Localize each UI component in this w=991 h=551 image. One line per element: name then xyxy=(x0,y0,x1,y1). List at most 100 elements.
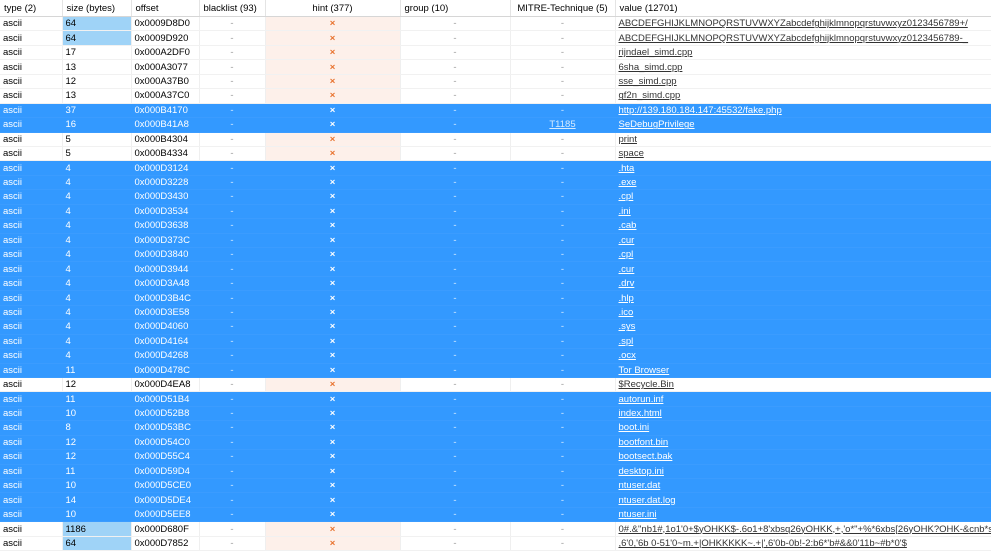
table-row[interactable]: ascii40x000D4164-×--.spl xyxy=(0,334,991,348)
table-row[interactable]: ascii40x000D3228-×--.exe xyxy=(0,175,991,189)
table-row[interactable]: ascii110x000D59D4-×--desktop.ini xyxy=(0,464,991,478)
cell-hint: × xyxy=(265,17,400,31)
cell-offset: 0x000B4304 xyxy=(131,132,199,146)
cell-value: Tor Browser xyxy=(615,363,991,377)
table-row[interactable]: ascii50x000B4304-×--print xyxy=(0,132,991,146)
string-value[interactable]: boot.ini xyxy=(619,422,650,433)
string-value[interactable]: 0#.&"nb1#,1o1'0+$yOHKK$-.6o1+8'xbsq26yOH… xyxy=(619,524,991,535)
column-header-group[interactable]: group (10) xyxy=(400,0,510,17)
cell-hint: × xyxy=(265,175,400,189)
string-value[interactable]: ntuser.dat.log xyxy=(619,495,676,506)
table-row[interactable]: ascii50x000B4334-×--space xyxy=(0,146,991,160)
string-value[interactable]: ntuser.dat xyxy=(619,480,661,491)
string-value[interactable]: space xyxy=(619,148,644,159)
table-row[interactable]: ascii160x000B41A8-×-T1185SeDebugPrivileg… xyxy=(0,118,991,132)
string-value[interactable]: bootsect.bak xyxy=(619,451,673,462)
column-header-offset[interactable]: offset xyxy=(131,0,199,17)
table-row[interactable]: ascii40x000D4060-×--.sys xyxy=(0,320,991,334)
string-value[interactable]: sse_simd.cpp xyxy=(619,76,677,87)
table-row[interactable]: ascii120x000A37B0-×--sse_simd.cpp xyxy=(0,74,991,88)
table-row[interactable]: ascii640x0009D920-×--ABCDEFGHIJKLMNOPQRS… xyxy=(0,31,991,45)
table-row[interactable]: ascii40x000D3E58-×--.ico xyxy=(0,305,991,319)
string-value[interactable]: ,6'0,'6b 0-51'0~m.+|OHKKKKK~.+|',6'0b-0b… xyxy=(619,538,907,549)
table-row[interactable]: ascii640x000D7852-×--,6'0,'6b 0-51'0~m.+… xyxy=(0,536,991,550)
string-value[interactable]: .spl xyxy=(619,336,634,347)
string-value[interactable]: Tor Browser xyxy=(619,365,670,376)
table-row[interactable]: ascii370x000B4170-×--http://139.180.184.… xyxy=(0,103,991,117)
string-value[interactable]: ABCDEFGHIJKLMNOPQRSTUVWXYZabcdefghijklmn… xyxy=(619,18,968,29)
string-value[interactable]: print xyxy=(619,134,637,145)
string-value[interactable]: rijndael_simd.cpp xyxy=(619,47,693,58)
cell-mitre: - xyxy=(510,479,615,493)
table-row[interactable]: ascii40x000D4268-×--.ocx xyxy=(0,349,991,363)
table-row[interactable]: ascii40x000D3430-×--.cpl xyxy=(0,190,991,204)
cell-group: - xyxy=(400,334,510,348)
table-row[interactable]: ascii100x000D5CE0-×--ntuser.dat xyxy=(0,479,991,493)
table-row[interactable]: ascii100x000D5EE8-×--ntuser.ini xyxy=(0,507,991,521)
string-value[interactable]: .cab xyxy=(619,220,637,231)
table-row[interactable]: ascii40x000D3840-×--.cpl xyxy=(0,248,991,262)
string-value[interactable]: .ocx xyxy=(619,350,636,361)
string-value[interactable]: $Recycle.Bin xyxy=(619,379,674,390)
table-row[interactable]: ascii40x000D3B4C-×--.hlp xyxy=(0,291,991,305)
table-row[interactable]: ascii40x000D373C-×--.cur xyxy=(0,233,991,247)
string-value[interactable]: .cpl xyxy=(619,249,634,260)
string-value[interactable]: .cur xyxy=(619,264,635,275)
table-row[interactable]: ascii130x000A37C0-×--gf2n_simd.cpp xyxy=(0,89,991,103)
column-header-blacklist[interactable]: blacklist (93) xyxy=(199,0,265,17)
cell-blacklist: - xyxy=(199,406,265,420)
column-header-mitre[interactable]: MITRE-Technique (5) xyxy=(510,0,615,17)
table-row[interactable]: ascii140x000D5DE4-×--ntuser.dat.log xyxy=(0,493,991,507)
table-row[interactable]: ascii40x000D3638-×--.cab xyxy=(0,219,991,233)
cell-blacklist: - xyxy=(199,175,265,189)
header-row: type (2) size (bytes) offset blacklist (… xyxy=(0,0,991,17)
string-value[interactable]: .hta xyxy=(619,163,635,174)
table-row[interactable]: ascii130x000A3077-×--6sha_simd.cpp xyxy=(0,60,991,74)
column-header-value[interactable]: value (12701) xyxy=(615,0,991,17)
string-value[interactable]: .hlp xyxy=(619,293,634,304)
table-row[interactable]: ascii110x000D51B4-×--autorun.inf xyxy=(0,392,991,406)
string-value[interactable]: autorun.inf xyxy=(619,394,664,405)
table-row[interactable]: ascii40x000D3124-×--.hta xyxy=(0,161,991,175)
string-value[interactable]: 6sha_simd.cpp xyxy=(619,62,683,73)
string-value[interactable]: .ico xyxy=(619,307,634,318)
column-header-size[interactable]: size (bytes) xyxy=(62,0,131,17)
string-value[interactable]: bootfont.bin xyxy=(619,437,669,448)
table-row[interactable]: ascii100x000D52B8-×--index.html xyxy=(0,406,991,420)
string-value[interactable]: .cur xyxy=(619,235,635,246)
table-row[interactable]: ascii40x000D3534-×--.ini xyxy=(0,204,991,218)
table-row[interactable]: ascii120x000D54C0-×--bootfont.bin xyxy=(0,435,991,449)
table-row[interactable]: ascii640x0009D8D0-×--ABCDEFGHIJKLMNOPQRS… xyxy=(0,17,991,31)
cell-offset: 0x000D3124 xyxy=(131,161,199,175)
cell-hint: × xyxy=(265,146,400,160)
mitre-technique-link[interactable]: T1185 xyxy=(549,119,575,130)
table-row[interactable]: ascii11860x000D680F-×--0#.&"nb1#,1o1'0+$… xyxy=(0,522,991,536)
string-value[interactable]: SeDebugPrivilege xyxy=(619,119,695,130)
string-value[interactable]: gf2n_simd.cpp xyxy=(619,90,681,101)
cell-blacklist: - xyxy=(199,334,265,348)
column-header-type[interactable]: type (2) xyxy=(0,0,62,17)
table-row[interactable]: ascii170x000A2DF0-×--rijndael_simd.cpp xyxy=(0,45,991,59)
cell-mitre: - xyxy=(510,204,615,218)
string-value[interactable]: desktop.ini xyxy=(619,466,664,477)
string-value[interactable]: .ini xyxy=(619,206,631,217)
string-value[interactable]: .cpl xyxy=(619,191,634,202)
string-value[interactable]: index.html xyxy=(619,408,662,419)
cell-size: 4 xyxy=(62,248,131,262)
table-row[interactable]: ascii110x000D478C-×--Tor Browser xyxy=(0,363,991,377)
string-value[interactable]: .exe xyxy=(619,177,637,188)
cell-value: ABCDEFGHIJKLMNOPQRSTUVWXYZabcdefghijklmn… xyxy=(615,17,991,31)
table-row[interactable]: ascii40x000D3A48-×--.drv xyxy=(0,276,991,290)
string-value[interactable]: .sys xyxy=(619,321,636,332)
table-row[interactable]: ascii80x000D53BC-×--boot.ini xyxy=(0,421,991,435)
table-row[interactable]: ascii40x000D3944-×--.cur xyxy=(0,262,991,276)
column-header-hint[interactable]: hint (377) xyxy=(265,0,400,17)
string-value[interactable]: ntuser.ini xyxy=(619,509,657,520)
string-value[interactable]: .drv xyxy=(619,278,635,289)
table-row[interactable]: ascii120x000D4EA8-×--$Recycle.Bin xyxy=(0,377,991,391)
string-value[interactable]: ABCDEFGHIJKLMNOPQRSTUVWXYZabcdefghijklmn… xyxy=(619,33,969,44)
string-value[interactable]: http://139.180.184.147:45532/fake.php xyxy=(619,105,782,116)
cell-mitre: - xyxy=(510,161,615,175)
table-row[interactable]: ascii120x000D55C4-×--bootsect.bak xyxy=(0,450,991,464)
cell-value: .sys xyxy=(615,320,991,334)
